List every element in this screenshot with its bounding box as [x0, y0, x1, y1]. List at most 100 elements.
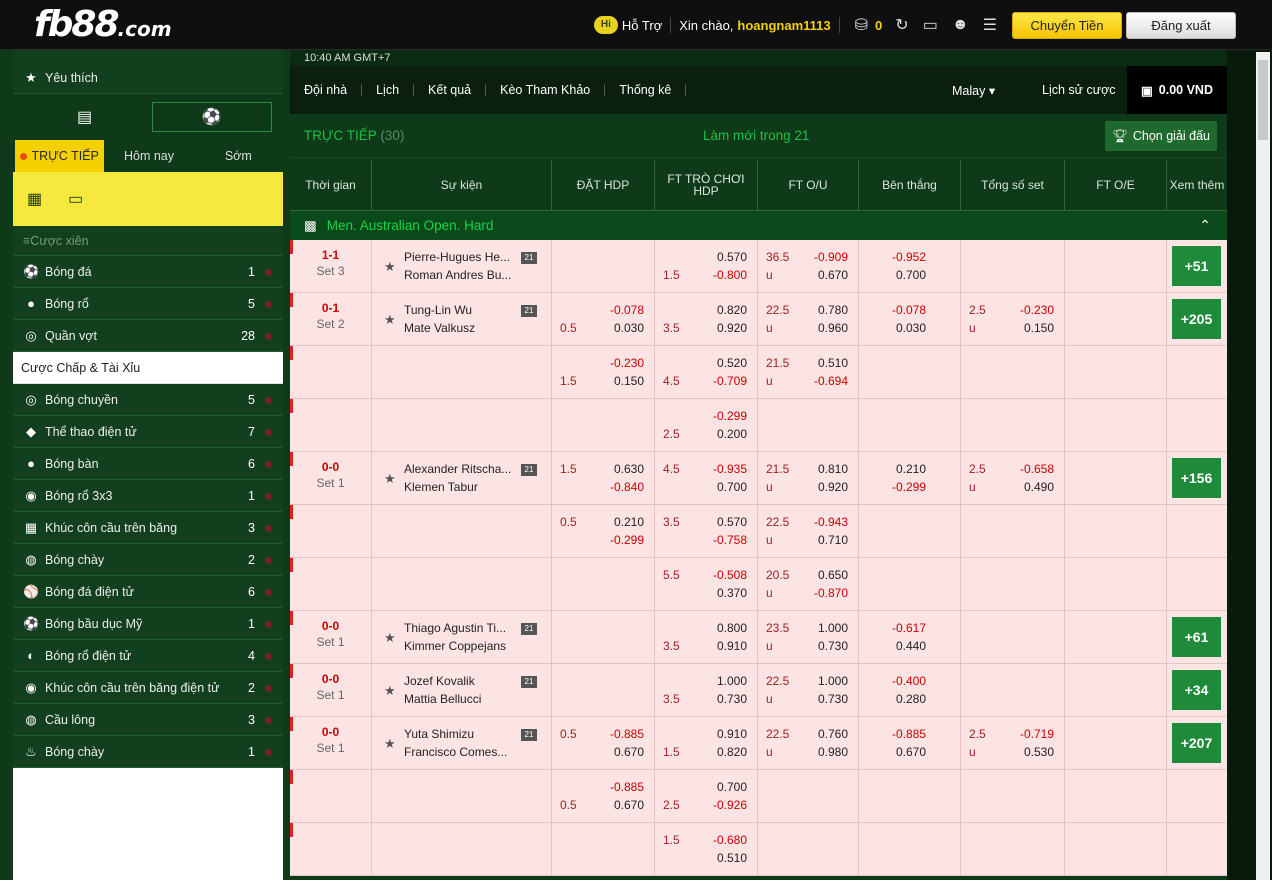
page-scrollbar[interactable] [1256, 52, 1270, 880]
odds-value[interactable]: -0.870 [814, 586, 848, 600]
live-stream-icon[interactable]: 21 [521, 623, 537, 635]
live-stream-icon[interactable]: 21 [521, 676, 537, 688]
fb88-logo[interactable]: fb88.com [34, 7, 172, 47]
odds-value[interactable]: 0.820 [717, 303, 747, 317]
odds-value[interactable]: 0.030 [614, 321, 644, 335]
sidebar-sport-item[interactable]: ● Bóng bàn 6 [13, 448, 283, 480]
sidebar-sport-item[interactable]: ◎ Quần vợt 28 [13, 320, 283, 352]
more-bets-button[interactable]: +61 [1172, 617, 1221, 657]
sidebar-sport-item[interactable]: ◐ Bóng rổ điện tử 4 [13, 640, 283, 672]
sidebar-sport-item[interactable]: ◍ Cầu lông 3 [13, 704, 283, 736]
field-icon[interactable]: ▦ [27, 189, 42, 209]
sidebar-sport-item[interactable]: ▦ Khúc côn cầu trên băng 3 [13, 512, 283, 544]
parlay-item[interactable]: ≡ Cược xiên [13, 226, 283, 256]
sidebar-favorites[interactable]: ★ Yêu thích [13, 62, 283, 94]
odds-value[interactable]: -0.694 [814, 374, 848, 388]
more-bets-button[interactable]: +34 [1172, 670, 1221, 710]
odds-value[interactable]: 0.960 [818, 321, 848, 335]
odds-value[interactable]: -0.885 [892, 727, 926, 741]
odds-value[interactable]: 0.760 [818, 727, 848, 741]
odds-value[interactable]: 0.510 [717, 851, 747, 865]
nav-reference-odds[interactable]: Kèo Tham Khảo [486, 84, 606, 96]
odds-value[interactable]: -0.299 [892, 480, 926, 494]
odds-value[interactable]: 0.780 [818, 303, 848, 317]
bet-history-link[interactable]: Lịch sử cược [1042, 83, 1116, 97]
refresh-balance-icon[interactable]: ↻ [895, 15, 908, 35]
live-tv-icon[interactable]: ▭ [923, 15, 938, 35]
coins-icon[interactable]: ⛁ [855, 15, 868, 35]
odds-value[interactable]: -0.400 [892, 674, 926, 688]
more-bets-button[interactable]: +205 [1172, 299, 1221, 339]
odds-value[interactable]: -0.299 [610, 533, 644, 547]
odds-value[interactable]: 0.510 [818, 356, 848, 370]
odds-value[interactable]: 1.000 [717, 674, 747, 688]
odds-value[interactable]: 1.000 [818, 621, 848, 635]
odds-value[interactable]: 0.570 [717, 515, 747, 529]
odds-value[interactable]: 0.210 [614, 515, 644, 529]
favorite-star-icon[interactable]: ★ [384, 683, 396, 699]
odds-value[interactable]: 0.730 [818, 692, 848, 706]
odds-value[interactable]: 0.670 [614, 745, 644, 759]
odds-value[interactable]: 0.440 [896, 639, 926, 653]
tab-today[interactable]: Hôm nay [104, 149, 193, 163]
live-stream-icon[interactable]: 21 [521, 305, 537, 317]
nav-results[interactable]: Kết quả [414, 84, 487, 96]
sidebar-sport-item[interactable]: ♨ Bóng chày 1 [13, 736, 283, 768]
odds-value[interactable]: 0.730 [818, 639, 848, 653]
odds-value[interactable]: 0.670 [614, 798, 644, 812]
odds-value[interactable]: 0.670 [896, 745, 926, 759]
odds-value[interactable]: -0.617 [892, 621, 926, 635]
market-handicap-ou[interactable]: Cược Chấp & Tài Xỉu [13, 352, 283, 384]
live-stream-icon[interactable]: 21 [521, 729, 537, 741]
sidebar-sport-item[interactable]: ◎ Bóng chuyền 5 [13, 384, 283, 416]
odds-value[interactable]: 0.150 [1024, 321, 1054, 335]
odds-value[interactable]: -0.935 [713, 462, 747, 476]
odds-value[interactable]: 0.700 [896, 268, 926, 282]
odds-value[interactable]: 0.520 [717, 356, 747, 370]
odds-value[interactable]: 0.920 [717, 321, 747, 335]
odds-value[interactable]: 0.710 [818, 533, 848, 547]
odds-value[interactable]: 0.150 [614, 374, 644, 388]
nav-schedule[interactable]: Lịch [362, 84, 415, 96]
odds-value[interactable]: -0.943 [814, 515, 848, 529]
sidebar-sport-item[interactable]: ◆ Thể thao điện tử 7 [13, 416, 283, 448]
tab-live[interactable]: TRỰC TIẾP [15, 140, 105, 172]
refresh-timer[interactable]: Làm mới trong 21 [703, 128, 809, 143]
sports-tab[interactable]: ⚽ [151, 102, 272, 132]
odds-value[interactable]: 0.910 [717, 639, 747, 653]
odds-value[interactable]: -0.885 [610, 727, 644, 741]
favorite-star-icon[interactable]: ★ [384, 736, 396, 752]
odds-value[interactable]: -0.230 [1020, 303, 1054, 317]
odds-value[interactable]: 1.000 [818, 674, 848, 688]
home-team[interactable]: Jozef Kovalik [404, 674, 475, 688]
odds-value[interactable]: -0.885 [610, 780, 644, 794]
user-icon[interactable]: ☻ [952, 16, 969, 34]
tab-early[interactable]: Sớm [194, 149, 283, 163]
nav-home[interactable]: Đội nhà [290, 84, 363, 96]
odds-value[interactable]: 0.210 [896, 462, 926, 476]
odds-value[interactable]: 0.200 [717, 427, 747, 441]
odds-value[interactable]: 0.650 [818, 568, 848, 582]
wallet-balance[interactable]: ▣ 0.00 VND [1127, 66, 1227, 114]
odds-value[interactable]: -0.952 [892, 250, 926, 264]
odds-value[interactable]: 0.530 [1024, 745, 1054, 759]
odds-value[interactable]: 0.670 [818, 268, 848, 282]
nav-statistics[interactable]: Thống kê [605, 84, 687, 96]
odds-value[interactable]: -0.800 [713, 268, 747, 282]
favorite-star-icon[interactable]: ★ [384, 312, 396, 328]
home-team[interactable]: Yuta Shimizu [404, 727, 474, 741]
odds-value[interactable]: 0.030 [896, 321, 926, 335]
odds-value[interactable]: -0.680 [713, 833, 747, 847]
betslip-tab[interactable]: ▤ [25, 102, 145, 132]
odds-value[interactable]: 0.700 [717, 480, 747, 494]
sidebar-sport-item[interactable]: ⚽ Bóng bầu dục Mỹ 1 [13, 608, 283, 640]
odds-value[interactable]: -0.508 [713, 568, 747, 582]
odds-value[interactable]: -0.709 [713, 374, 747, 388]
favorite-star-icon[interactable]: ★ [384, 471, 396, 487]
support-link[interactable]: Hỗ Trợ [622, 18, 662, 33]
sidebar-sport-item[interactable]: ⚽ Bóng đá 1 [13, 256, 283, 288]
odds-value[interactable]: 0.370 [717, 586, 747, 600]
live-stream-icon[interactable]: 21 [521, 252, 537, 264]
deposit-button[interactable]: Chuyển Tiền [1012, 11, 1122, 39]
odds-value[interactable]: 0.980 [818, 745, 848, 759]
